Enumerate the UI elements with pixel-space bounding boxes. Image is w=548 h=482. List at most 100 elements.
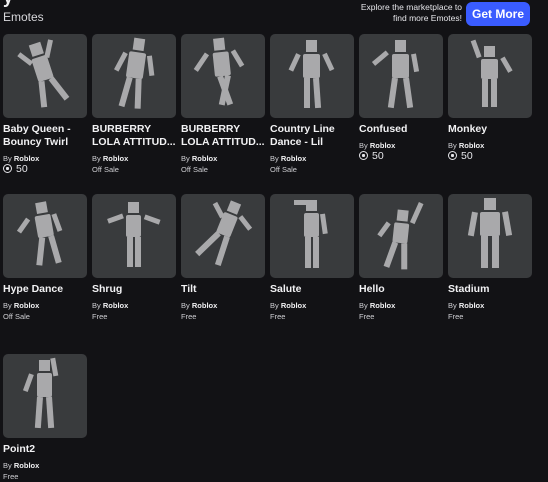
creator-link[interactable]: Roblox (192, 154, 217, 163)
emote-card[interactable]: BURBERRY LOLA ATTITUD... By Roblox Off Sa… (92, 34, 176, 175)
emote-price: 50 (3, 164, 87, 175)
emote-name[interactable]: BURBERRY LOLA ATTITUD... (181, 123, 265, 149)
emote-name-line2: Bouncy Twirl (3, 136, 69, 148)
get-more-button[interactable]: Get More (466, 2, 530, 26)
emote-thumbnail[interactable] (3, 354, 87, 438)
dancing-figure-icon (17, 39, 70, 108)
emote-thumbnail[interactable] (359, 34, 443, 118)
by-label: By (92, 154, 101, 163)
emote-creator: By Roblox (448, 301, 532, 311)
emote-thumbnail[interactable] (3, 34, 87, 118)
by-label: By (448, 301, 457, 310)
emote-card[interactable]: Hype Dance By Roblox Off Sale (3, 194, 87, 322)
emote-name-line2: LOLA ATTITUD... (181, 136, 265, 148)
emote-creator: By Roblox (3, 461, 87, 471)
by-label: By (3, 154, 12, 163)
emote-card[interactable]: Confused By Roblox 50 (359, 34, 443, 162)
emote-name[interactable]: Point2 (3, 443, 87, 456)
emote-card[interactable]: Stadium By Roblox Free (448, 194, 532, 322)
emote-card[interactable]: Shrug By Roblox Free (92, 194, 176, 322)
by-label: By (359, 301, 368, 310)
emote-thumbnail[interactable] (270, 194, 354, 278)
creator-link[interactable]: Roblox (370, 141, 395, 150)
emote-thumbnail[interactable] (92, 34, 176, 118)
by-label: By (92, 301, 101, 310)
emote-thumbnail[interactable] (181, 194, 265, 278)
emote-name[interactable]: BURBERRY LOLA ATTITUD... (92, 123, 176, 149)
creator-link[interactable]: Roblox (14, 301, 39, 310)
emote-price: Free (448, 312, 464, 321)
emote-name[interactable]: Country LineDance - Lil Nas... (270, 123, 354, 149)
promo-text: Explore the marketplace to find more Emo… (342, 2, 462, 24)
emote-name-line1: BURBERRY (92, 123, 152, 135)
by-label: By (359, 141, 368, 150)
by-label: By (3, 461, 12, 470)
creator-link[interactable]: Roblox (14, 154, 39, 163)
emote-thumbnail[interactable] (181, 34, 265, 118)
creator-link[interactable]: Roblox (370, 301, 395, 310)
emote-thumbnail[interactable] (448, 194, 532, 278)
emote-creator: By Roblox (92, 154, 176, 164)
pointing-figure-icon (22, 357, 59, 429)
emote-name-line1: Baby Queen - (3, 123, 71, 135)
by-label: By (270, 154, 279, 163)
creator-link[interactable]: Roblox (103, 301, 128, 310)
emote-thumbnail[interactable] (270, 34, 354, 118)
emote-card[interactable]: Point2 By Roblox Free (3, 354, 87, 482)
emote-name[interactable]: Hello (359, 283, 443, 296)
by-label: By (181, 301, 190, 310)
emote-creator: By Roblox (270, 154, 354, 164)
by-label: By (270, 301, 279, 310)
promo-text-line1: Explore the marketplace to (360, 2, 462, 12)
shrug-figure-icon (107, 202, 161, 267)
emote-thumbnail[interactable] (92, 194, 176, 278)
emote-creator: By Roblox (181, 154, 265, 164)
emote-name-line1: Country Line (270, 123, 335, 135)
emote-name[interactable]: Monkey (448, 123, 532, 136)
dancing-figure-icon (114, 37, 155, 109)
creator-link[interactable]: Roblox (103, 154, 128, 163)
stadium-figure-icon (467, 198, 513, 268)
emote-price: Free (359, 312, 375, 321)
emote-card[interactable]: BURBERRY LOLA ATTITUD... By Roblox Off Sa… (181, 34, 265, 175)
price-value: 50 (461, 150, 473, 162)
emote-name[interactable]: Stadium (448, 283, 532, 296)
emote-card[interactable]: Hello By Roblox Free (359, 194, 443, 322)
emote-name[interactable]: Confused (359, 123, 443, 136)
emote-price: Off Sale (3, 312, 30, 321)
emote-name-line2: LOLA ATTITUD... (92, 136, 176, 148)
by-label: By (181, 154, 190, 163)
emote-name[interactable]: Baby Queen - Bouncy Twirl (3, 123, 87, 149)
emote-card[interactable]: Salute By Roblox Free (270, 194, 354, 322)
emote-thumbnail[interactable] (448, 34, 532, 118)
hello-wave-figure-icon (377, 202, 424, 270)
creator-link[interactable]: Roblox (459, 301, 484, 310)
by-label: By (448, 141, 457, 150)
emote-creator: By Roblox (3, 301, 87, 311)
emote-name[interactable]: Hype Dance (3, 283, 87, 296)
creator-link[interactable]: Roblox (281, 301, 306, 310)
emote-price: Free (92, 312, 108, 321)
confused-figure-icon (371, 40, 420, 109)
emote-thumbnail[interactable] (359, 194, 443, 278)
creator-link[interactable]: Roblox (14, 461, 39, 470)
emote-name[interactable]: Shrug (92, 283, 176, 296)
creator-link[interactable]: Roblox (192, 301, 217, 310)
emote-name[interactable]: Tilt (181, 283, 265, 296)
emote-creator: By Roblox (181, 301, 265, 311)
creator-link[interactable]: Roblox (459, 141, 484, 150)
emote-card[interactable]: Country LineDance - Lil Nas... By Roblox… (270, 34, 354, 175)
robux-icon (3, 164, 12, 173)
creator-link[interactable]: Roblox (281, 154, 306, 163)
tilt-figure-icon (195, 200, 253, 267)
emote-price: Free (270, 312, 286, 321)
emote-card[interactable]: Monkey By Roblox 50 (448, 34, 532, 162)
emote-name-line1: BURBERRY (181, 123, 241, 135)
emote-card[interactable]: Tilt By Roblox Free (181, 194, 265, 322)
emote-card[interactable]: Baby Queen - Bouncy Twirl By Roblox 50 (3, 34, 87, 175)
promo-text-line2: find more Emotes! (393, 13, 462, 23)
emote-thumbnail[interactable] (3, 194, 87, 278)
emote-name[interactable]: Salute (270, 283, 354, 296)
by-label: By (3, 301, 12, 310)
section-title: Emotes (3, 10, 44, 24)
